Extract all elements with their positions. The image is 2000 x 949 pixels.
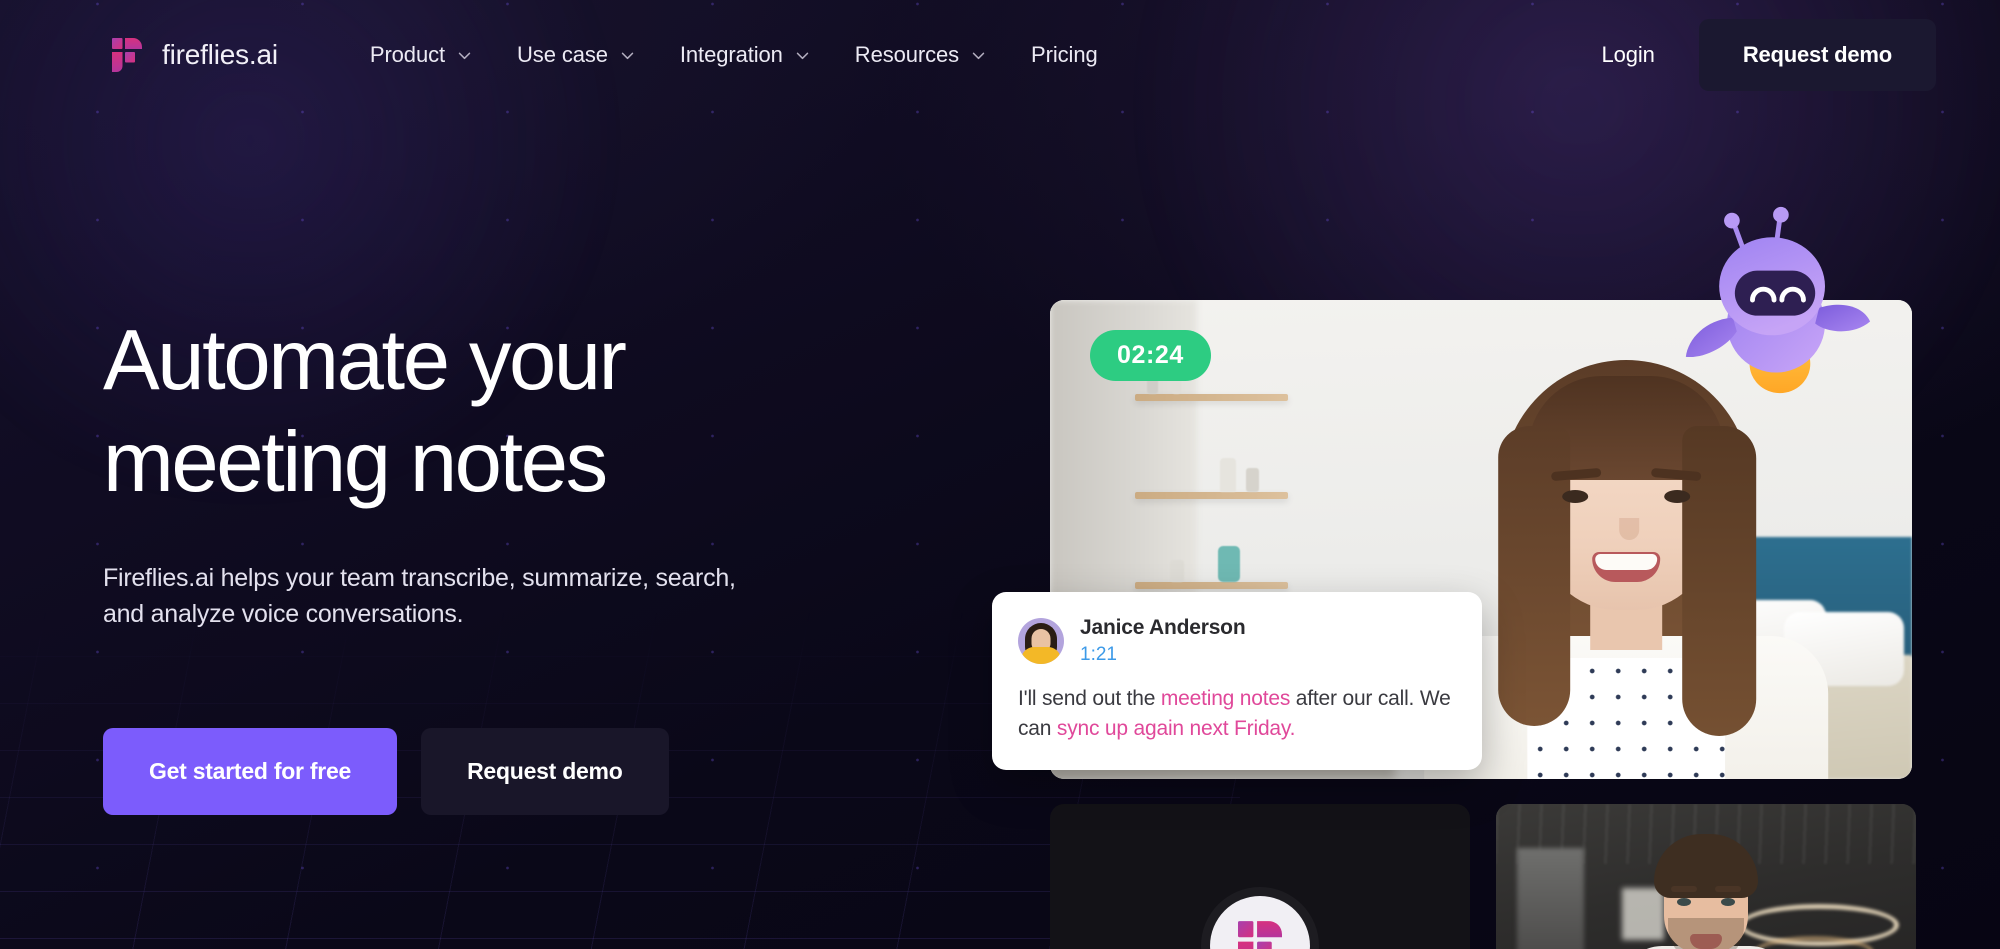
- mouth: [1592, 552, 1661, 582]
- fireflies-robot-mascot-icon: [1678, 202, 1874, 398]
- transcript-text: I'll send out the meeting notes after ou…: [1018, 684, 1456, 744]
- wall-shelf: [1135, 492, 1288, 499]
- transcript-timestamp: 1:21: [1080, 644, 1117, 666]
- login-link[interactable]: Login: [1583, 32, 1672, 78]
- chevron-down-icon: [458, 52, 471, 59]
- transcript-card[interactable]: Janice Anderson 1:21 I'll send out the m…: [992, 592, 1482, 770]
- transcript-line1-pre: I'll send out the: [1018, 687, 1161, 711]
- nav-item-integration[interactable]: Integration: [658, 32, 833, 78]
- primary-nav-links: Product Use case Integration Resources P: [348, 32, 1120, 78]
- nav-item-use-case-label: Use case: [517, 42, 608, 67]
- transcript-speaker-name: Janice Anderson: [1080, 616, 1246, 639]
- nav-item-resources-label: Resources: [854, 42, 960, 67]
- eye-left: [1677, 898, 1691, 906]
- fireflies-avatar-logo-icon: [1210, 896, 1310, 949]
- hero-visual-stage: 02:24 Janice Anderson 1:21 I'll send out…: [992, 206, 1950, 949]
- shelf-object: [1218, 546, 1240, 582]
- shelf-object: [1220, 458, 1236, 492]
- wall-shelf: [1135, 394, 1288, 401]
- nav-item-pricing-label: Pricing: [1031, 42, 1098, 67]
- hair: [1654, 834, 1758, 898]
- nav-item-integration-label: Integration: [679, 42, 783, 67]
- avatar-body: [1021, 646, 1061, 664]
- hero-cta-row: Get started for free Request demo: [103, 728, 883, 815]
- eyebrow-left: [1671, 886, 1697, 892]
- video-participant-man: [1622, 834, 1790, 949]
- nav-item-pricing[interactable]: Pricing: [1009, 32, 1120, 78]
- hero-subheading: Fireflies.ai helps your team transcribe,…: [103, 564, 736, 628]
- nav-item-product[interactable]: Product: [348, 32, 495, 78]
- nose: [1619, 518, 1640, 540]
- transcript-line1-highlight[interactable]: meeting notes: [1161, 687, 1291, 710]
- page-title: Automate your meeting notes: [103, 318, 883, 505]
- top-navigation-bar: fireflies.ai Product Use case Integratio…: [0, 0, 2000, 110]
- shelf-object: [1170, 560, 1184, 582]
- avatar: [1018, 617, 1064, 664]
- eye-right: [1721, 898, 1735, 906]
- nav-item-use-case[interactable]: Use case: [495, 32, 658, 78]
- nav-actions: Login Request demo: [1583, 19, 1936, 91]
- participant-video-tile[interactable]: [1496, 804, 1916, 949]
- request-demo-button-nav[interactable]: Request demo: [1698, 19, 1936, 91]
- chevron-down-icon: [796, 52, 809, 59]
- logo-video-tile[interactable]: [1050, 804, 1470, 949]
- nav-item-product-label: Product: [369, 42, 445, 67]
- fireflies-f-logo-icon: [112, 38, 142, 72]
- transcript-line1-post: after our call.: [1290, 687, 1415, 711]
- brand-logo-link[interactable]: fireflies.ai: [112, 38, 278, 72]
- nav-item-resources[interactable]: Resources: [833, 32, 1009, 78]
- chevron-down-icon: [972, 52, 985, 59]
- headline-line-2: meeting notes: [103, 415, 608, 510]
- transcript-speaker-block: Janice Anderson 1:21: [1080, 615, 1246, 666]
- eye-left: [1562, 490, 1589, 503]
- request-demo-button-hero[interactable]: Request demo: [421, 728, 669, 815]
- mouth: [1690, 934, 1722, 949]
- recording-timer-badge: 02:24: [1090, 330, 1211, 381]
- transcript-header: Janice Anderson 1:21: [1018, 615, 1456, 666]
- shelf-object: [1246, 468, 1259, 492]
- brand-name-label: fireflies.ai: [162, 39, 278, 70]
- eye-right: [1664, 490, 1691, 503]
- chevron-down-icon: [621, 52, 634, 59]
- teeth: [1595, 554, 1658, 570]
- transcript-line2-highlight[interactable]: sync up again next Friday.: [1057, 717, 1296, 740]
- office-window: [1517, 848, 1585, 949]
- eyebrow-right: [1715, 886, 1741, 892]
- hero-copy-block: Automate your meeting notes Fireflies.ai…: [103, 318, 883, 815]
- headline-line-1: Automate your: [103, 313, 627, 408]
- wall-shelf: [1135, 582, 1288, 589]
- get-started-free-button[interactable]: Get started for free: [103, 728, 398, 815]
